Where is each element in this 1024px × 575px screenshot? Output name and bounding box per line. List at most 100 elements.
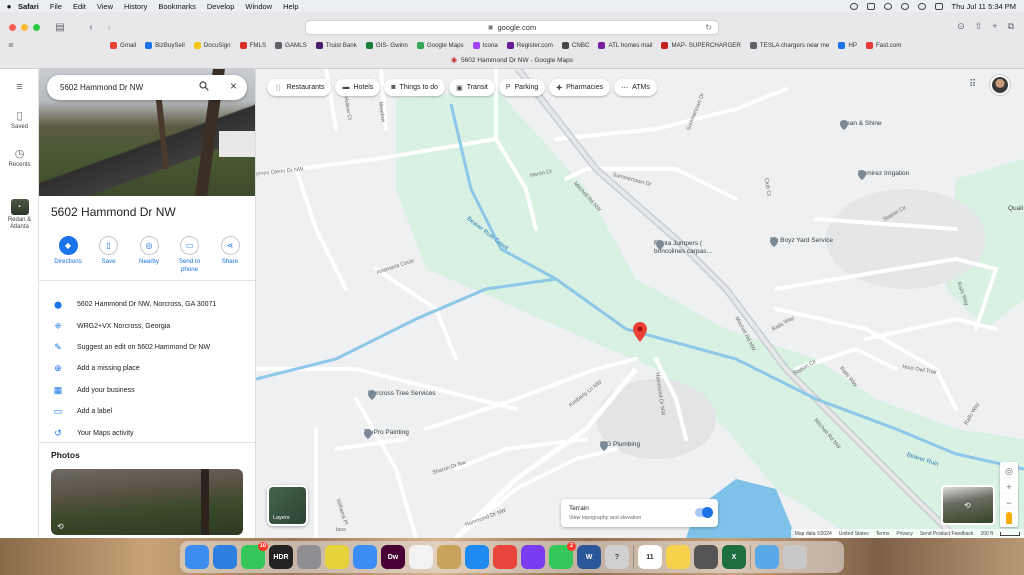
appstore-icon[interactable] — [465, 545, 489, 569]
menu-develop[interactable]: Develop — [207, 2, 235, 11]
excel-icon[interactable]: X — [722, 545, 746, 569]
dreamweaver-icon[interactable]: Dw — [381, 545, 405, 569]
messages-icon[interactable]: 10 — [241, 542, 268, 569]
chip-transit[interactable]: ▣ Transit — [449, 79, 495, 96]
new-tab-icon[interactable]: + — [992, 21, 997, 32]
selected-location-pin-icon[interactable] — [633, 322, 647, 342]
search-menu-icon[interactable] — [917, 2, 926, 10]
rail-recent-place[interactable]: ▪ Redan & Atlanta — [0, 199, 39, 231]
close-icon[interactable]: × — [230, 80, 237, 92]
info-row[interactable]: ⁜ WRG2+VX Norcross, Georgia — [51, 315, 251, 336]
bookmark-item[interactable]: GIS- Gwinn — [365, 41, 408, 49]
menu-help[interactable]: Help — [283, 2, 298, 11]
account-avatar[interactable] — [990, 75, 1010, 95]
poi-bg-plumbing[interactable]: B G Plumbing — [600, 441, 640, 451]
rail-recents[interactable]: ◷ Recents — [0, 147, 39, 168]
info-row[interactable]: ✎ Suggest an edit on 5602 Hammond Dr NW — [51, 337, 251, 358]
chrome-icon[interactable] — [493, 545, 517, 569]
siri-icon[interactable] — [521, 545, 545, 569]
info-row[interactable]: ▦ Add your business — [51, 380, 251, 401]
poi-trupro[interactable]: TruPro Painting — [364, 429, 409, 439]
action-nearby-button[interactable]: ◎ Nearby — [130, 236, 168, 274]
minimize-window-button[interactable] — [21, 24, 28, 31]
textedit-icon[interactable] — [409, 545, 433, 569]
help-icon[interactable]: ? — [605, 545, 629, 569]
info-row[interactable]: ⊕ Add a missing place — [51, 358, 251, 379]
search-box[interactable]: 5602 Hammond Dr NW × — [47, 75, 247, 100]
bookmark-item[interactable]: Google Maps — [416, 41, 464, 49]
attrib-privacy[interactable]: Privacy — [896, 531, 912, 537]
search-icon[interactable] — [199, 81, 209, 91]
back-arrow-icon[interactable]: ‹ — [84, 21, 98, 35]
action-send-to-phone-button[interactable]: ▭ Send to phone — [171, 236, 209, 274]
archive-icon[interactable] — [437, 545, 461, 569]
poi-renta-jumpers[interactable]: Renta Jumpers ( brincolines carpas... — [654, 240, 712, 255]
address-bar[interactable]: ▣ google.com ↻ — [305, 20, 719, 35]
action-share-button[interactable]: ⋖ Share — [211, 236, 249, 274]
bookmark-item[interactable]: TESLA chargers near me — [749, 41, 829, 49]
bookmark-item[interactable]: Truist Bank — [315, 41, 357, 49]
calendar-icon[interactable]: 11 — [638, 545, 662, 569]
downloads-icon[interactable]: ⊙ — [957, 21, 965, 32]
attrib-country[interactable]: United States — [839, 531, 869, 537]
chip-things-to-do[interactable]: ◙ Things to do — [384, 79, 446, 96]
mail-icon[interactable] — [353, 545, 377, 569]
menu-window[interactable]: Window — [245, 2, 272, 11]
bookmark-item[interactable]: CNBC — [561, 41, 589, 49]
notes-icon[interactable] — [666, 545, 690, 569]
layers-button[interactable]: Layers — [267, 485, 308, 526]
close-window-button[interactable] — [9, 24, 16, 31]
forward-arrow-icon[interactable]: › — [102, 21, 116, 35]
bookmark-item[interactable]: BizBuySell — [145, 41, 185, 49]
safari-icon[interactable] — [213, 545, 237, 569]
action-save-button[interactable]: ▯ Save — [90, 236, 128, 274]
finder-icon[interactable] — [185, 545, 209, 569]
search-input[interactable]: 5602 Hammond Dr NW — [60, 83, 143, 92]
bookmark-item[interactable]: MAP- SUPERCHARGER — [661, 41, 741, 49]
menu-clock[interactable]: Thu Jul 11 5:34 PM — [952, 2, 1016, 11]
calculator-icon[interactable] — [694, 545, 718, 569]
chip-atms[interactable]: ⋯ ATMs — [614, 79, 657, 96]
clock-status-icon[interactable] — [900, 2, 909, 10]
record-icon[interactable] — [849, 2, 858, 10]
bookmark-item[interactable]: Register.com — [506, 41, 553, 49]
bookmark-item[interactable]: HP — [838, 41, 857, 49]
terrain-toggle[interactable] — [695, 507, 713, 518]
terrain-card[interactable]: Terrain View topography and elevation — [561, 499, 718, 527]
settings-icon[interactable] — [297, 545, 321, 569]
tab-title-bar[interactable]: ◉ 5602 Hammond Dr NW - Google Maps — [0, 54, 1024, 66]
tab-overview-icon[interactable]: ⧉ — [1008, 21, 1014, 32]
bookmark-item[interactable]: FMLS — [239, 41, 266, 49]
sidebar-toggle-icon[interactable]: ▤ — [53, 21, 67, 35]
menu-app-name[interactable]: Safari — [18, 2, 39, 11]
pegman-icon[interactable] — [1000, 509, 1018, 527]
chip-restaurants[interactable]: 🍴 Restaurants — [267, 79, 332, 96]
hdr-icon[interactable]: HDR — [269, 545, 293, 569]
poi-norcross-tree[interactable]: Norcross Tree Services — [368, 390, 436, 400]
share-toolbar-icon[interactable]: ⇧ — [975, 21, 983, 32]
bookmark-item[interactable]: ATL homes mail — [598, 41, 652, 49]
menu-file[interactable]: File — [50, 2, 62, 11]
menu-view[interactable]: View — [97, 2, 113, 11]
zoom-window-button[interactable] — [33, 24, 40, 31]
rail-saved[interactable]: ▯ Saved — [0, 109, 39, 130]
info-row[interactable]: ↺ Your Maps activity — [51, 422, 251, 443]
bookmark-item[interactable]: Fast.com — [866, 41, 901, 49]
poi-da-boyz[interactable]: Da Boyz Yard Service — [770, 237, 833, 247]
bookmark-item[interactable]: DocuSign — [193, 41, 231, 49]
street-view-thumbnail[interactable]: ⟲ — [941, 485, 995, 525]
info-row[interactable]: ▭ Add a label — [51, 401, 251, 422]
facetime-icon[interactable]: 2 — [549, 542, 576, 569]
attrib-terms[interactable]: Terms — [876, 531, 890, 537]
battery-icon[interactable] — [866, 2, 875, 10]
poi-ramirez-irrigation[interactable]: Ramirez Irrigation — [858, 170, 909, 180]
bookmark-item[interactable]: Icona — [472, 41, 498, 49]
map-canvas[interactable]: Fern Hollow Ct Meadow pines Glenn Dr NW … — [256, 69, 1024, 538]
reload-icon[interactable]: ↻ — [705, 23, 712, 32]
chip-hotels[interactable]: ▬ Hotels — [335, 79, 381, 96]
chip-parking[interactable]: P Parking — [498, 79, 546, 96]
attrib-scale[interactable]: 200 ft — [980, 531, 993, 537]
menu-hamburger-icon[interactable]: ≡ — [0, 81, 39, 95]
bookmark-item[interactable]: Gmail — [110, 41, 136, 49]
bookmarks-sidebar-icon[interactable]: ≣ — [8, 41, 14, 49]
